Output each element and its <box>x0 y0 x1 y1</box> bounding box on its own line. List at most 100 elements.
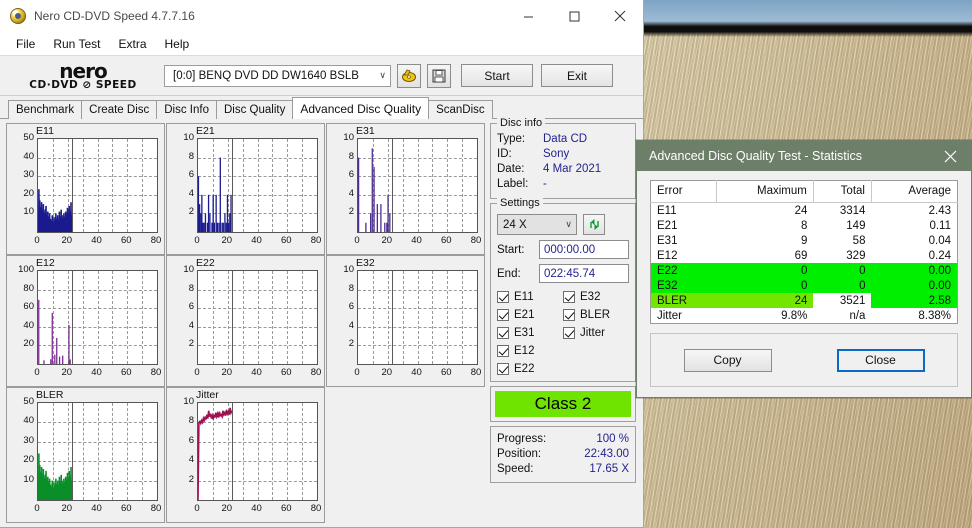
y-tick-label: 10 <box>23 473 34 485</box>
close-dialog-button[interactable]: Close <box>836 348 925 372</box>
statistics-row-e31: E31 9 58 0.04 <box>651 233 958 248</box>
minimize-button[interactable] <box>505 0 551 32</box>
y-tick-label: 2 <box>348 338 354 350</box>
tab-advanced-disc-quality[interactable]: Advanced Disc Quality <box>292 97 430 119</box>
statistics-cell-avg: 0.24 <box>928 249 951 262</box>
checkbox-e22[interactable]: E22 <box>497 363 563 375</box>
x-tick-label: 60 <box>120 367 132 378</box>
menu-item-file[interactable]: File <box>8 34 43 54</box>
x-tick-label: 40 <box>251 235 262 246</box>
y-tick-label: 20 <box>23 338 34 350</box>
x-tick-label: 80 <box>310 503 322 514</box>
statistics-cell-label: E32 <box>650 278 717 293</box>
disc-eject-icon <box>402 69 416 82</box>
statistics-row-e11: E11 24 3314 2.43 <box>651 203 958 219</box>
nero-logo-line2: CD·DVD ⊘ SPEED <box>29 78 137 91</box>
y-tick-label: 4 <box>348 187 354 199</box>
x-tick-label: 60 <box>120 235 132 246</box>
save-results-button[interactable] <box>427 63 451 88</box>
chart-series <box>198 157 232 232</box>
x-tick-label: 80 <box>310 367 322 378</box>
y-tick-label: 100 <box>18 264 34 275</box>
y-tick-label: 6 <box>348 301 354 313</box>
statistics-cell-label: BLER <box>650 293 717 308</box>
checkbox-box <box>497 363 509 375</box>
statistics-cell-label: E21 <box>657 219 678 232</box>
x-tick-label: 80 <box>470 235 482 246</box>
nero-cd-dvd-speed-window: Nero CD-DVD Speed 4.7.7.16 File Run Test… <box>0 0 644 528</box>
y-tick-label: 8 <box>348 150 354 162</box>
y-tick-label: 6 <box>348 169 354 181</box>
chart-title: E12 <box>36 257 55 269</box>
refresh-speed-button[interactable] <box>583 214 605 235</box>
chart-title: E22 <box>196 257 215 269</box>
charts-grid: E11 10 20 30 40 50 0 20 40 60 80 E21 2 4 6 8 10 0 20 40 60 80… <box>6 123 486 527</box>
chevron-down-icon: ∨ <box>565 219 572 229</box>
menu-item-run-test[interactable]: Run Test <box>45 34 108 54</box>
chart-series <box>358 148 391 232</box>
copy-button[interactable]: Copy <box>683 348 772 372</box>
statistics-row-bler: BLER 24 3521 2.58 <box>650 293 958 308</box>
checkbox-e12[interactable]: E12 <box>497 345 563 357</box>
disc-info-group: Disc info Type: Data CD ID: Sony Date: 4… <box>490 117 636 199</box>
chevron-down-icon: ∨ <box>379 70 386 80</box>
x-tick-label: 60 <box>280 503 292 514</box>
tab-create-disc[interactable]: Create Disc <box>81 100 158 119</box>
progress-label: Progress: <box>497 433 547 445</box>
chart-title: BLER <box>36 389 64 401</box>
y-tick-label: 10 <box>183 132 194 143</box>
menu-item-extra[interactable]: Extra <box>110 34 154 54</box>
y-tick-label: 4 <box>188 187 194 199</box>
position-value: 22:43.00 <box>584 448 629 460</box>
x-tick-label: 80 <box>310 235 322 246</box>
speed-select[interactable]: 24 X ∨ <box>497 214 577 235</box>
x-tick-label: 20 <box>61 235 73 246</box>
x-tick-label: 20 <box>61 503 73 514</box>
refresh-speed-icon <box>589 219 599 230</box>
disc-eject-icon-button[interactable] <box>397 63 421 88</box>
checkbox-e21[interactable]: E21 <box>497 309 563 321</box>
tab-scandisc[interactable]: ScanDisc <box>428 100 493 119</box>
x-tick-label: 40 <box>91 367 102 378</box>
end-input[interactable]: 022:45.74 <box>539 264 629 283</box>
tab-disc-info[interactable]: Disc Info <box>156 100 217 119</box>
statistics-cell-avg: 0.04 <box>928 234 951 247</box>
chart-e21: E21 2 4 6 8 10 0 20 40 60 80 <box>166 123 325 255</box>
disc-info-date-label: Date: <box>497 163 525 175</box>
nero-logo-line1: nero <box>59 58 107 83</box>
x-tick-label: 0 <box>34 235 40 246</box>
settings-legend: Settings <box>497 197 543 209</box>
y-tick-label: 10 <box>23 206 34 218</box>
statistics-cell-total: 58 <box>852 234 866 247</box>
checkbox-label: E32 <box>580 291 601 303</box>
quality-class-badge: Class 2 <box>495 391 631 417</box>
close-button[interactable] <box>597 0 643 32</box>
checkbox-bler[interactable]: BLER <box>563 309 629 321</box>
checkbox-e32[interactable]: E32 <box>563 291 629 303</box>
y-tick-label: 30 <box>23 434 34 446</box>
y-tick-label: 60 <box>23 301 34 313</box>
start-button[interactable]: Start <box>461 64 533 87</box>
x-tick-label: 60 <box>440 367 452 378</box>
tab-disc-quality[interactable]: Disc Quality <box>216 100 294 119</box>
disc-info-label-label: Label: <box>497 178 529 190</box>
chart-series <box>38 189 73 232</box>
checkbox-e11[interactable]: E11 <box>497 291 563 303</box>
statistics-dialog-footer: Copy Close <box>650 333 958 387</box>
menu-item-help[interactable]: Help <box>157 34 198 54</box>
nero-disc-icon <box>10 8 26 24</box>
start-input[interactable]: 000:00.00 <box>539 240 629 259</box>
statistics-dialog-close-button[interactable] <box>929 141 971 171</box>
y-tick-label: 4 <box>348 319 354 331</box>
chart-plot-area <box>37 402 158 501</box>
tab-benchmark[interactable]: Benchmark <box>8 100 83 119</box>
maximize-button[interactable] <box>551 0 597 32</box>
checkbox-e31[interactable]: E31 <box>497 327 563 339</box>
statistics-header-average: Average <box>871 180 958 203</box>
y-tick-label: 8 <box>188 150 194 162</box>
exit-button[interactable]: Exit <box>541 64 613 87</box>
checkbox-jitter[interactable]: Jitter <box>563 327 629 339</box>
checkbox-box <box>497 291 509 303</box>
drive-select[interactable]: [0:0] BENQ DVD DD DW1640 BSLB ∨ <box>164 64 391 87</box>
y-tick-label: 2 <box>188 338 194 350</box>
